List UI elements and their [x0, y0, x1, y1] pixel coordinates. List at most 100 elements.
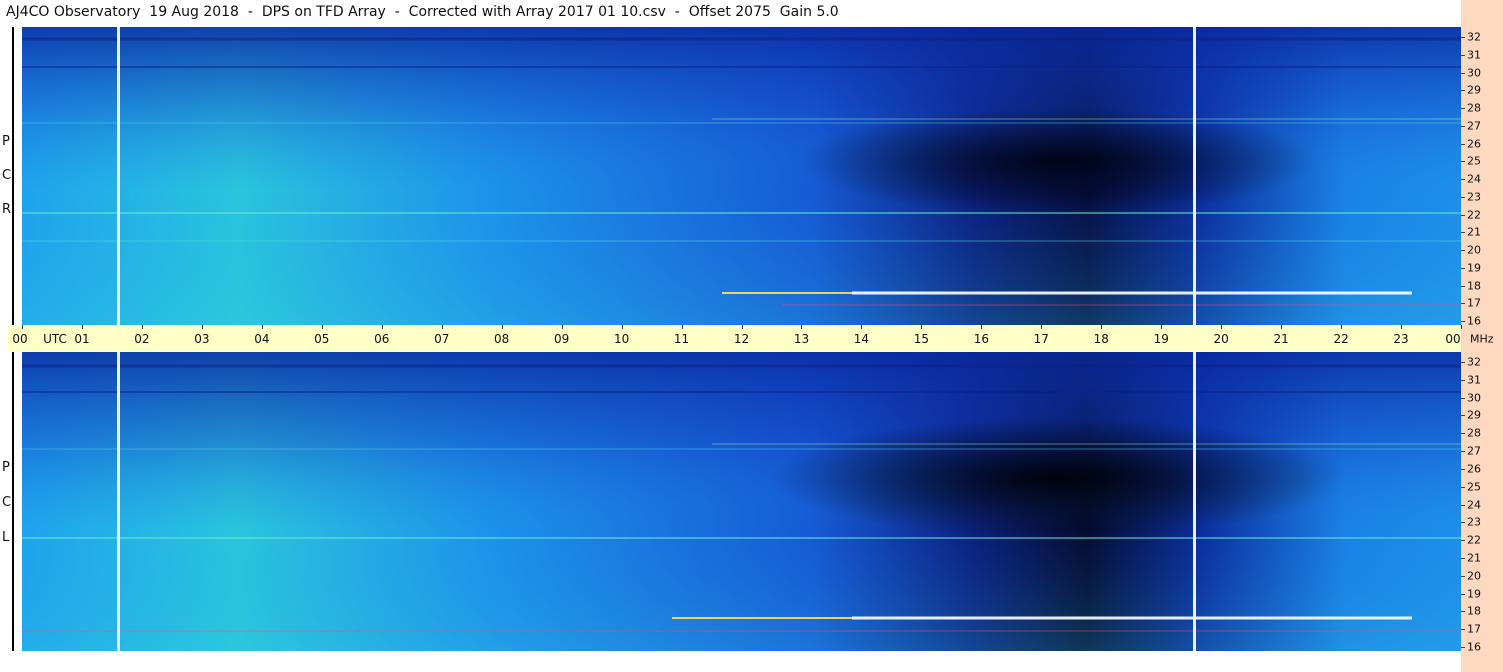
mhz-tick-label: 25: [1467, 154, 1481, 168]
utc-tick-mark: [22, 325, 23, 329]
mhz-tick-label: 28: [1467, 101, 1481, 115]
utc-tick-label: 13: [793, 332, 810, 346]
mhz-tick-label: 27: [1467, 119, 1481, 133]
utc-tick-mark: [1401, 325, 1403, 329]
mhz-tick-label: 23: [1467, 190, 1481, 204]
utc-tick-mark: [981, 325, 983, 329]
utc-tick-label: 18: [1093, 332, 1109, 346]
utc-axis-title: UTC: [43, 332, 67, 346]
utc-tick-label: 19: [1153, 332, 1169, 346]
utc-tick-mark: [261, 325, 263, 329]
rcp-label-r: R: [2, 202, 12, 217]
mhz-tick-mark: [1461, 451, 1465, 453]
utc-tick-mark: [1101, 325, 1103, 329]
mhz-tick-mark: [1461, 37, 1465, 38]
mhz-tick-mark: [1461, 486, 1465, 488]
mhz-tick-mark: [1461, 143, 1465, 145]
mhz-tick-mark: [1461, 321, 1465, 322]
mhz-tick-mark: [1461, 522, 1465, 524]
utc-tick-label: 04: [254, 332, 270, 346]
mhz-tick-label: 21: [1467, 225, 1481, 239]
mhz-tick-mark: [1461, 379, 1465, 381]
mhz-tick-mark: [1461, 575, 1465, 577]
utc-tick-mark: [81, 325, 83, 329]
utc-tick-label: 09: [553, 332, 570, 346]
mhz-tick-mark: [1461, 232, 1465, 234]
mhz-tick-label: 21: [1467, 551, 1481, 565]
utc-tick-label: 21: [1273, 332, 1289, 346]
lcp-label-p: P: [2, 460, 10, 475]
utc-tick-mark: [321, 325, 323, 329]
utc-tick-label: 08: [494, 332, 510, 346]
utc-tick-mark: [1221, 325, 1223, 329]
utc-tick-label: 06: [374, 332, 390, 346]
mhz-tick-mark: [1461, 593, 1465, 595]
mhz-tick-label: 32: [1467, 30, 1481, 44]
utc-tick-label: 17: [1033, 332, 1049, 346]
mhz-tick-mark: [1461, 214, 1465, 216]
mhz-tick-mark: [1461, 161, 1465, 163]
mhz-tick-label: 31: [1467, 48, 1481, 62]
mhz-tick-label: 31: [1467, 373, 1481, 387]
mhz-tick-label: 16: [1467, 640, 1481, 654]
utc-tick-mark: [441, 325, 443, 329]
lcp-left-axis: [12, 352, 14, 651]
mhz-tick-mark: [1461, 54, 1465, 56]
utc-tick-mark: [201, 325, 203, 329]
mhz-unit-label: MHz: [1470, 332, 1494, 346]
rcp-label-c: C: [2, 168, 12, 183]
mhz-tick-label: 17: [1467, 296, 1481, 310]
mhz-tick-label: 18: [1467, 604, 1481, 618]
mhz-tick-mark: [1461, 179, 1465, 180]
utc-tick-label: 20: [1213, 332, 1229, 346]
mhz-tick-label: 19: [1467, 261, 1481, 275]
mhz-tick-label: 20: [1467, 569, 1481, 583]
mhz-tick-label: 29: [1467, 83, 1481, 97]
mhz-tick-mark: [1461, 108, 1465, 109]
utc-tick-mark: [921, 325, 923, 329]
mhz-tick-label: 24: [1467, 498, 1481, 511]
chart-title: AJ4CO Observatory 19 Aug 2018 - DPS on T…: [6, 4, 839, 20]
utc-tick-mark: [681, 325, 683, 329]
utc-tick-mark: [861, 325, 863, 329]
mhz-tick-label: 30: [1467, 66, 1481, 79]
lcp-label-l: L: [2, 530, 10, 545]
utc-tick-label: 10: [613, 332, 630, 346]
mhz-tick-label: 25: [1467, 480, 1481, 494]
utc-tick-mark: [381, 325, 383, 329]
utc-tick-label: 03: [194, 332, 210, 346]
utc-tick-mark: [1341, 325, 1343, 329]
mhz-tick-mark: [1461, 362, 1465, 363]
mhz-tick-mark: [1461, 285, 1465, 287]
mhz-tick-label: 20: [1467, 243, 1481, 257]
mhz-tick-label: 29: [1467, 408, 1481, 422]
mhz-tick-mark: [1461, 90, 1465, 92]
mhz-tick-label: 27: [1467, 444, 1481, 458]
mhz-tick-mark: [1461, 267, 1465, 269]
mhz-tick-label: 26: [1467, 137, 1481, 150]
utc-tick-label: 00: [1445, 332, 1461, 346]
lcp-label-c: C: [2, 495, 12, 510]
utc-tick-label: 23: [1393, 332, 1409, 346]
mhz-tick-mark: [1461, 397, 1465, 399]
utc-tick-label: 07: [434, 332, 450, 346]
rcp-frequency-axis: 32 31 30 29 28 27 26 25 24 23 22 21 20 19 18 17 16: [1461, 27, 1503, 328]
mhz-tick-label: 19: [1467, 587, 1481, 601]
utc-tick-mark: [141, 325, 143, 329]
mhz-tick-label: 16: [1467, 314, 1481, 328]
utc-tick-label: 02: [134, 332, 150, 346]
mhz-tick-label: 18: [1467, 279, 1481, 292]
mhz-tick-label: 22: [1467, 533, 1481, 547]
rcp-left-axis: [12, 27, 14, 325]
utc-tick-mark: [501, 325, 503, 329]
mhz-tick-mark: [1461, 125, 1465, 127]
utc-tick-mark: [1161, 325, 1163, 329]
utc-tick-label: 12: [733, 332, 750, 346]
utc-tick-label: 22: [1333, 332, 1349, 346]
utc-time-axis: 00 UTC 01 02 03 04 05 06 07 08 09 10 11 12 13 14 15 16 17 1…: [8, 325, 1462, 352]
mhz-tick-mark: [1461, 629, 1465, 631]
mhz-tick-label: 22: [1467, 208, 1481, 221]
mhz-tick-label: 23: [1467, 515, 1481, 529]
mhz-tick-mark: [1461, 433, 1465, 435]
mhz-tick-mark: [1461, 72, 1465, 74]
